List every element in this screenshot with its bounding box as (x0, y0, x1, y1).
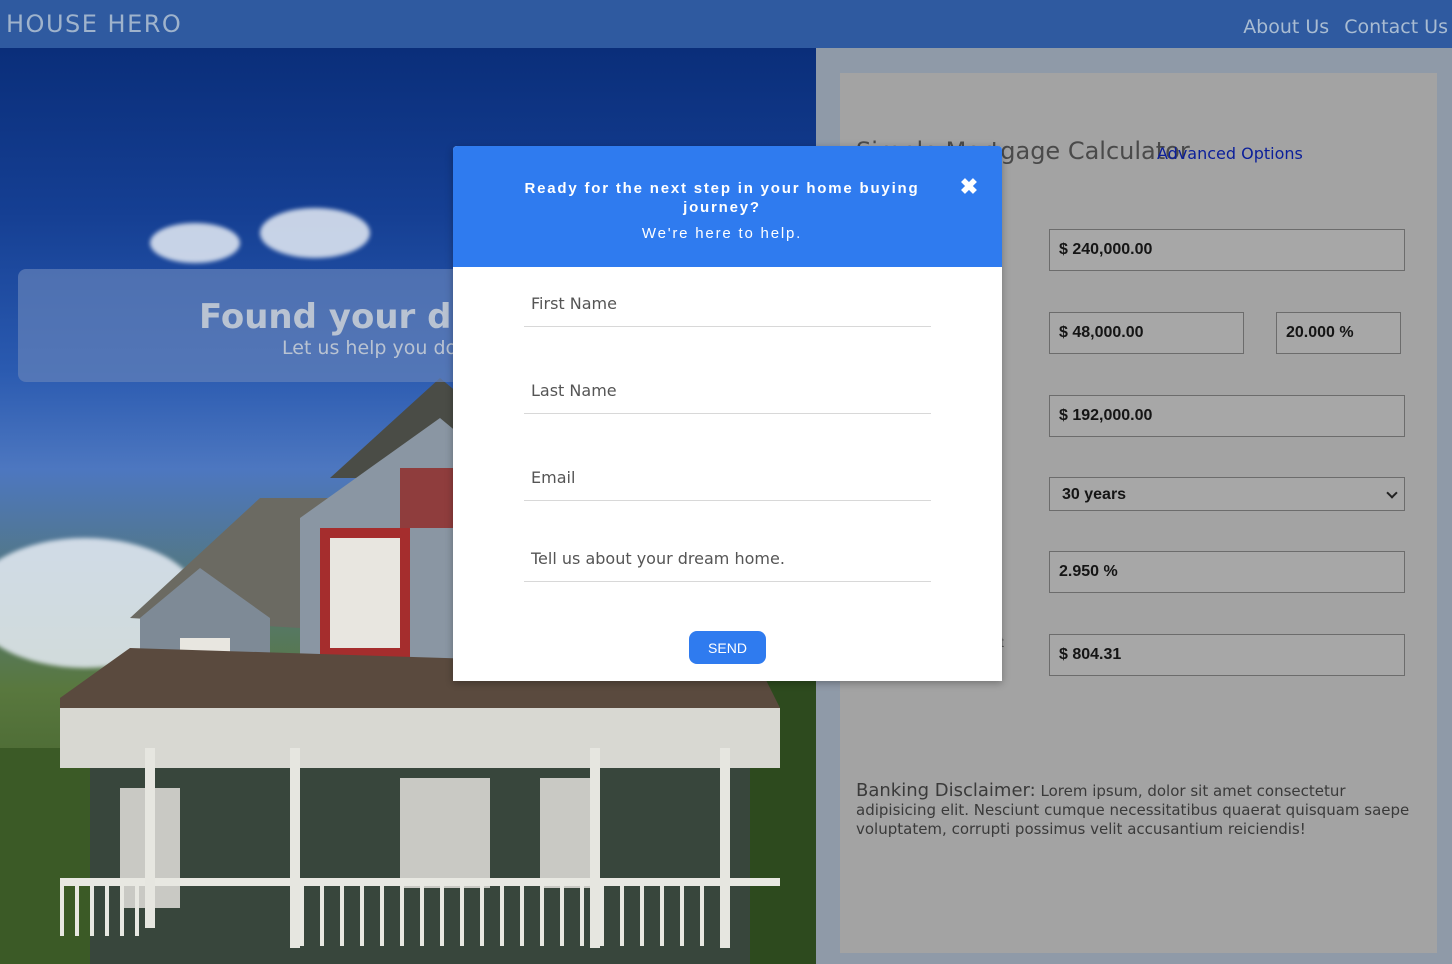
loan-term-select[interactable]: 30 years (1049, 477, 1405, 511)
dream-home-textarea[interactable]: Tell us about your dream home. (524, 536, 931, 582)
hero-subtitle: Let us help you do t (282, 337, 471, 359)
first-name-input[interactable]: First Name (524, 281, 931, 327)
interest-rate-input[interactable]: 2.950 % (1049, 551, 1405, 593)
modal-header: Ready for the next step in your home buy… (453, 146, 1002, 267)
loan-term-value: 30 years (1062, 486, 1127, 503)
nav-links: About Us Contact Us (1243, 16, 1448, 38)
down-payment-percent-input[interactable]: 20.000 % (1276, 312, 1401, 354)
loan-amount-input[interactable]: $ 192,000.00 (1049, 395, 1405, 437)
modal-question: Ready for the next step in your home buy… (524, 180, 920, 216)
send-button[interactable]: SEND (689, 631, 766, 664)
top-navbar: HOUSE HERO About Us Contact Us (0, 0, 1452, 48)
close-icon[interactable]: ✖ (959, 176, 979, 198)
modal-help-text: We're here to help. (641, 225, 803, 242)
down-payment-input[interactable]: $ 48,000.00 (1049, 312, 1244, 354)
disclaimer-title: Banking Disclaimer: (856, 780, 1036, 801)
last-name-input[interactable]: Last Name (524, 368, 931, 414)
email-input[interactable]: Email (524, 455, 931, 501)
chevron-down-icon (1386, 487, 1398, 499)
monthly-payment-output: $ 804.31 (1049, 634, 1405, 676)
advanced-options-link[interactable]: Advanced Options (1157, 144, 1303, 163)
contact-modal: Ready for the next step in your home buy… (453, 146, 1002, 681)
home-price-input[interactable]: $ 240,000.00 (1049, 229, 1405, 271)
nav-about-us[interactable]: About Us (1243, 16, 1329, 38)
brand-logo-text[interactable]: HOUSE HERO (6, 10, 182, 38)
nav-contact-us[interactable]: Contact Us (1344, 16, 1448, 38)
banking-disclaimer: Banking Disclaimer: Lorem ipsum, dolor s… (856, 781, 1416, 839)
